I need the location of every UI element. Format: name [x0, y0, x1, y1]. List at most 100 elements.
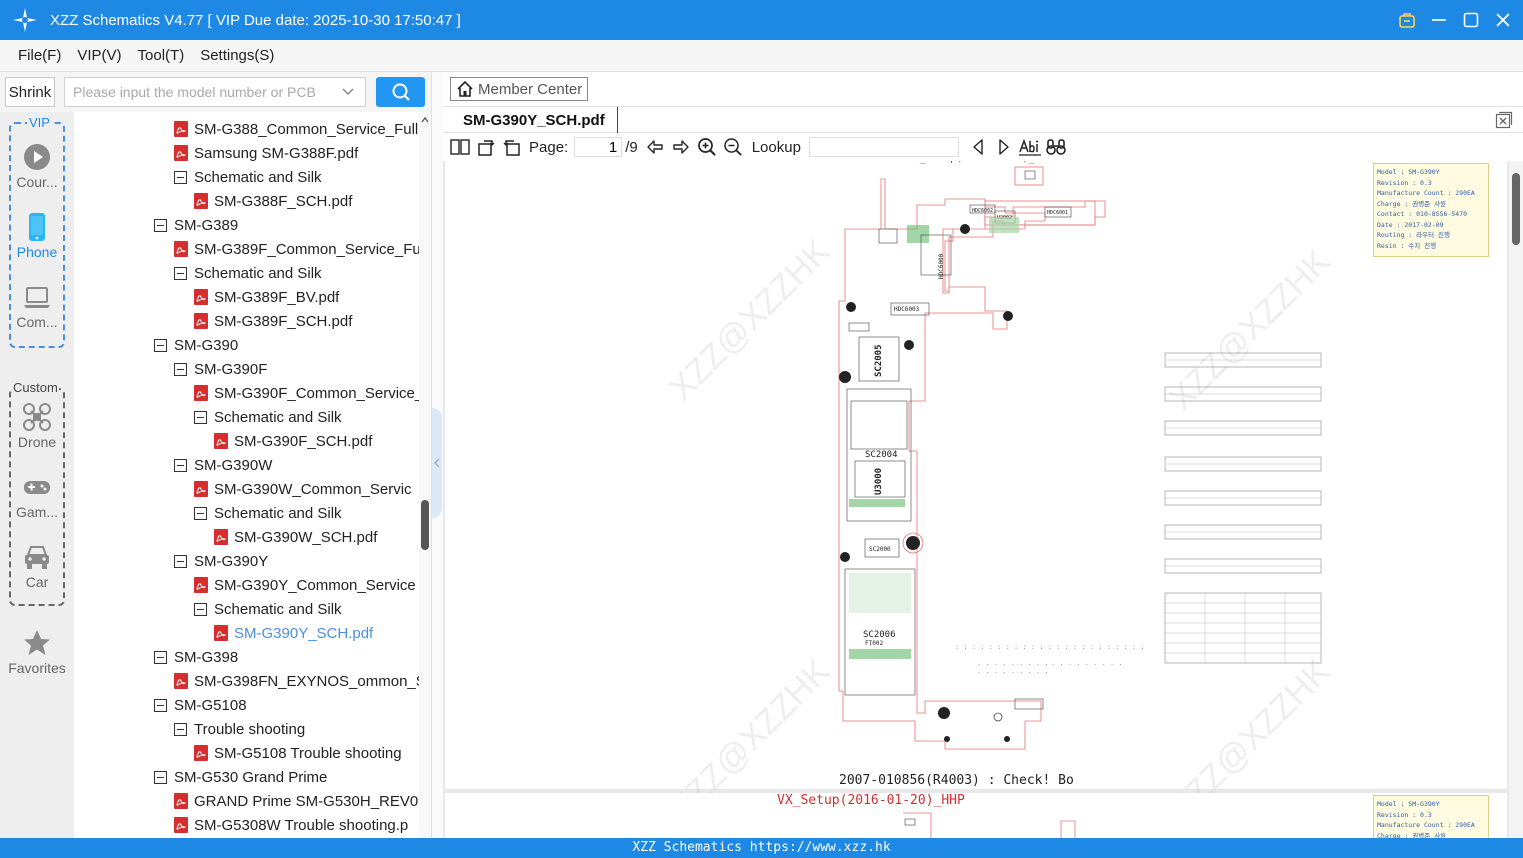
find-prev-icon[interactable] — [967, 136, 989, 158]
collapse-icon[interactable] — [154, 218, 167, 232]
label-hdc6003: HDC6003 — [894, 306, 920, 313]
menu-settings[interactable]: Settings(S) — [200, 47, 274, 64]
tree-folder[interactable]: Schematic and Silk — [174, 261, 322, 285]
collapse-icon[interactable] — [154, 770, 167, 784]
lookup-input[interactable] — [808, 137, 959, 157]
tree-folder[interactable]: SM-G530 Grand Prime — [154, 765, 327, 789]
collapse-icon[interactable] — [154, 698, 167, 712]
tree-folder[interactable]: Schematic and Silk — [194, 597, 342, 621]
gamepad-icon — [24, 481, 50, 494]
model-search-input[interactable] — [64, 77, 366, 107]
collapse-icon[interactable] — [174, 458, 187, 472]
tree-folder[interactable]: SM-G390F — [174, 357, 267, 381]
find-next-icon[interactable] — [993, 136, 1015, 158]
collapse-icon[interactable] — [194, 506, 207, 520]
panel-splitter[interactable] — [431, 72, 443, 838]
vip-bag-icon[interactable] — [1397, 10, 1417, 30]
collapse-icon[interactable] — [174, 266, 187, 280]
next-page-icon[interactable] — [670, 136, 692, 158]
collapse-icon[interactable] — [174, 170, 187, 184]
collapse-icon[interactable] — [194, 602, 207, 616]
tree-folder[interactable]: Trouble shooting — [174, 717, 305, 741]
tree-file[interactable]: SM-G390F_SCH.pdf — [214, 429, 372, 453]
shrink-button[interactable]: Shrink — [5, 77, 55, 107]
category-car[interactable]: Car — [0, 542, 74, 602]
two-page-icon[interactable] — [449, 136, 471, 158]
custom-group-label: Custom — [12, 380, 59, 395]
page-number-input[interactable] — [574, 137, 623, 157]
match-case-icon[interactable] — [1018, 136, 1041, 158]
member-center-button[interactable]: Member Center — [450, 77, 588, 101]
menu-vip[interactable]: VIP(V) — [77, 47, 121, 64]
board-info-box-page2: Model : SM-G390Y Revision : 0.3 Manufact… — [1373, 795, 1489, 838]
tree-file[interactable]: SM-G390Y_SCH.pdf — [214, 621, 373, 645]
tree-file[interactable]: SM-G398FN_EXYNOS_ommon_S — [174, 669, 419, 693]
collapse-icon[interactable] — [154, 338, 167, 352]
tree-file[interactable]: SM-G5308W Trouble shooting.p — [174, 813, 408, 837]
collapse-icon[interactable] — [174, 722, 187, 736]
tree-file[interactable]: SM-G388_Common_Service_Full — [174, 117, 418, 141]
tree-file[interactable]: GRAND Prime SM-G530H_REV0 — [174, 789, 418, 813]
tree-folder[interactable]: SM-G390W — [174, 453, 272, 477]
label-hdc6000: HDC6000 — [938, 253, 945, 279]
info-line: Resin : 수지 진행 — [1377, 241, 1437, 250]
pdf-scroll-thumb[interactable] — [1512, 173, 1520, 245]
rotate-right-icon[interactable] — [475, 136, 497, 158]
tree-file[interactable]: SM-G390W_Common_Servic — [194, 477, 412, 501]
tree-folder[interactable]: Schematic and Silk — [194, 501, 342, 525]
collapse-icon[interactable] — [194, 410, 207, 424]
close-button[interactable] — [1493, 10, 1513, 30]
tree-scroll-thumb[interactable] — [421, 500, 429, 550]
category-computer[interactable]: Com... — [0, 282, 74, 342]
tree-folder[interactable]: SM-G390 — [154, 333, 238, 357]
tree-folder[interactable]: SM-G398 — [154, 645, 238, 669]
tree-file[interactable]: SM-G5108 Trouble shooting — [194, 741, 402, 765]
collapse-handle[interactable] — [432, 408, 442, 518]
maximize-button[interactable] — [1461, 10, 1481, 30]
tree-file[interactable]: SM-G389F_Common_Service_Fu — [174, 237, 419, 261]
menu-tool[interactable]: Tool(T) — [138, 47, 185, 64]
label-ft002: FT002 — [865, 640, 883, 647]
collapse-icon[interactable] — [154, 650, 167, 664]
category-phone[interactable]: Phone — [0, 212, 74, 272]
tree-file[interactable]: SM-G388F_SCH.pdf — [194, 189, 352, 213]
tree-folder[interactable]: Schematic and Silk — [174, 165, 322, 189]
tree-file[interactable]: SM-G390F_Common_Service_ — [194, 381, 419, 405]
tree-label: Schematic and Silk — [194, 168, 322, 186]
scroll-up-icon[interactable] — [421, 116, 429, 124]
prev-page-icon[interactable] — [644, 136, 666, 158]
category-games[interactable]: Gam... — [0, 472, 74, 532]
tree-folder[interactable]: Schematic and Silk — [194, 405, 342, 429]
tree-label: SM-G390F — [194, 360, 268, 378]
minimize-button[interactable] — [1429, 10, 1449, 30]
pdf-scrollbar[interactable] — [1509, 161, 1523, 838]
rotate-left-icon[interactable] — [501, 136, 523, 158]
tab-active-document[interactable]: SM-G390Y_SCH.pdf — [451, 107, 618, 133]
close-tabs-icon[interactable] — [1495, 111, 1513, 129]
zoom-out-icon[interactable] — [722, 136, 744, 158]
phone-icon — [29, 213, 45, 241]
search-button[interactable] — [376, 77, 425, 107]
tree-file[interactable]: Samsung SM-G388F.pdf — [174, 141, 358, 165]
collapse-icon[interactable] — [174, 554, 187, 568]
tree-scrollbar[interactable] — [419, 112, 431, 838]
tree-label: Trouble shooting — [194, 720, 306, 738]
tree-file[interactable]: SM-G389F_SCH.pdf — [194, 309, 352, 333]
tree-folder[interactable]: SM-G390Y — [174, 549, 268, 573]
binoculars-icon[interactable] — [1045, 136, 1067, 158]
tree-file[interactable]: SM-G390W_SCH.pdf — [214, 525, 377, 549]
collapse-icon[interactable] — [174, 362, 187, 376]
menu-file[interactable]: File(F) — [18, 47, 61, 64]
pcb-board-drawing: VX_Setup(2016-01-20)_HHP HDC6002 U2002 H… — [838, 161, 1322, 750]
tree-folder[interactable]: SM-G5108 — [154, 693, 247, 717]
tree-file[interactable]: SM-G390Y_Common_Service — [194, 573, 416, 597]
pdf-viewport[interactable]: VX_Setup(2016-01-20)_HHP HDC6002 U2002 H… — [443, 161, 1523, 838]
zoom-in-icon[interactable] — [696, 136, 718, 158]
category-favorites[interactable]: Favorites — [0, 628, 74, 688]
category-courses[interactable]: Cour... — [0, 142, 74, 202]
category-drone[interactable]: Drone — [0, 402, 74, 462]
app-logo-icon — [8, 0, 42, 40]
tree-folder[interactable]: SM-G389 — [154, 213, 238, 237]
chevron-down-icon[interactable] — [340, 84, 356, 100]
tree-file[interactable]: SM-G389F_BV.pdf — [194, 285, 339, 309]
